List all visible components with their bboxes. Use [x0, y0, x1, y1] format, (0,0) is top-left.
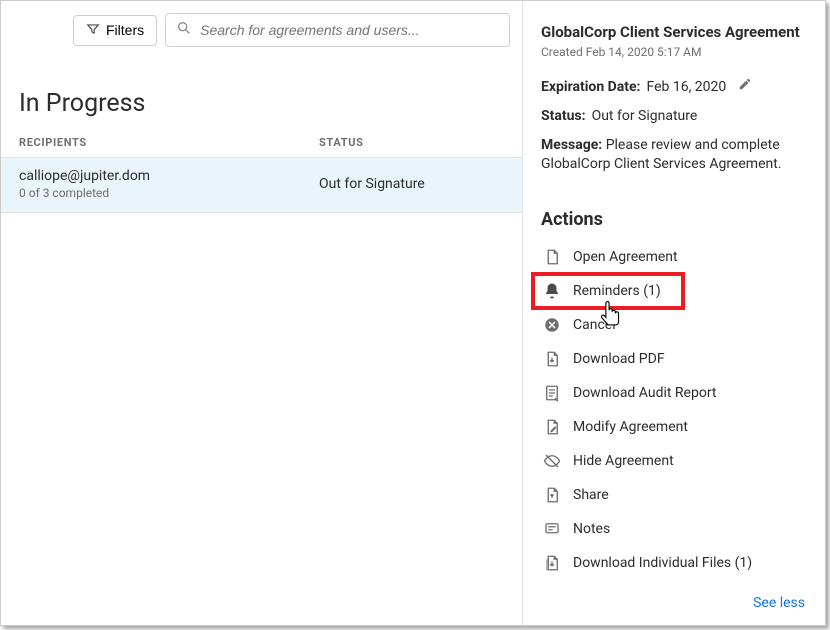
actions-list: Open Agreement Reminders (1) Cancel Downloa…: [541, 240, 807, 580]
column-headers: RECIPIENTS STATUS: [1, 136, 522, 157]
toolbar: Filters: [1, 1, 522, 59]
col-header-status: STATUS: [319, 136, 504, 149]
table-row[interactable]: calliope@jupiter.dom 0 of 3 completed Ou…: [1, 157, 522, 213]
action-label: Cancel: [573, 317, 616, 333]
audit-icon: [543, 384, 561, 402]
search-input[interactable]: [200, 22, 499, 38]
message-label: Message:: [541, 137, 602, 153]
search-icon: [176, 20, 192, 40]
bell-icon: [543, 282, 561, 300]
action-cancel[interactable]: Cancel: [541, 308, 807, 342]
status-label: Status:: [541, 107, 586, 126]
left-content: In Progress RECIPIENTS STATUS calliope@j…: [1, 59, 522, 213]
action-modify[interactable]: Modify Agreement: [541, 410, 807, 444]
action-bell[interactable]: Reminders (1): [533, 274, 683, 308]
action-label: Reminders (1): [573, 283, 661, 299]
share-icon: [543, 486, 561, 504]
document-title: GlobalCorp Client Services Agreement: [541, 23, 807, 41]
edit-expiration-icon[interactable]: [738, 77, 752, 97]
notes-icon: [543, 520, 561, 538]
cancel-icon: [543, 316, 561, 334]
recipient-email: calliope@jupiter.dom: [19, 168, 319, 184]
action-label: Download Individual Files (1): [573, 555, 752, 571]
status-value: Out for Signature: [592, 107, 698, 126]
filter-icon: [86, 22, 100, 39]
action-label: Notes: [573, 521, 610, 537]
action-audit[interactable]: Download Audit Report: [541, 376, 807, 410]
action-share[interactable]: Share: [541, 478, 807, 512]
download-multi-icon: [543, 554, 561, 572]
action-label: Download PDF: [573, 351, 665, 367]
file-icon: [543, 248, 561, 266]
action-notes[interactable]: Notes: [541, 512, 807, 546]
search-box[interactable]: [165, 13, 510, 47]
expiration-value: Feb 16, 2020: [646, 78, 726, 97]
detail-panel: GlobalCorp Client Services Agreement Cre…: [523, 1, 825, 625]
modify-icon: [543, 418, 561, 436]
recipient-progress: 0 of 3 completed: [19, 186, 319, 200]
action-download-multi[interactable]: Download Individual Files (1): [541, 546, 807, 580]
see-less-link[interactable]: See less: [541, 589, 807, 617]
action-download[interactable]: Download PDF: [541, 342, 807, 376]
document-meta: Expiration Date: Feb 16, 2020 Status: Ou…: [541, 77, 807, 175]
hide-icon: [543, 452, 561, 470]
row-status: Out for Signature: [319, 176, 504, 192]
action-label: Open Agreement: [573, 249, 678, 265]
document-created: Created Feb 14, 2020 5:17 AM: [541, 45, 807, 59]
action-label: Share: [573, 487, 609, 503]
actions-heading: Actions: [541, 209, 807, 230]
action-file[interactable]: Open Agreement: [541, 240, 807, 274]
action-label: Download Audit Report: [573, 385, 717, 401]
expiration-label: Expiration Date:: [541, 78, 640, 97]
action-label: Modify Agreement: [573, 419, 688, 435]
col-header-recipients: RECIPIENTS: [19, 136, 319, 149]
action-label: Hide Agreement: [573, 453, 674, 469]
filters-label: Filters: [106, 22, 144, 38]
filters-button[interactable]: Filters: [73, 15, 157, 46]
left-panel: Filters In Progress RECIPIENTS STATUS ca…: [1, 1, 523, 625]
window-frame: Filters In Progress RECIPIENTS STATUS ca…: [0, 0, 826, 626]
page-title: In Progress: [19, 89, 522, 118]
download-icon: [543, 350, 561, 368]
action-hide[interactable]: Hide Agreement: [541, 444, 807, 478]
